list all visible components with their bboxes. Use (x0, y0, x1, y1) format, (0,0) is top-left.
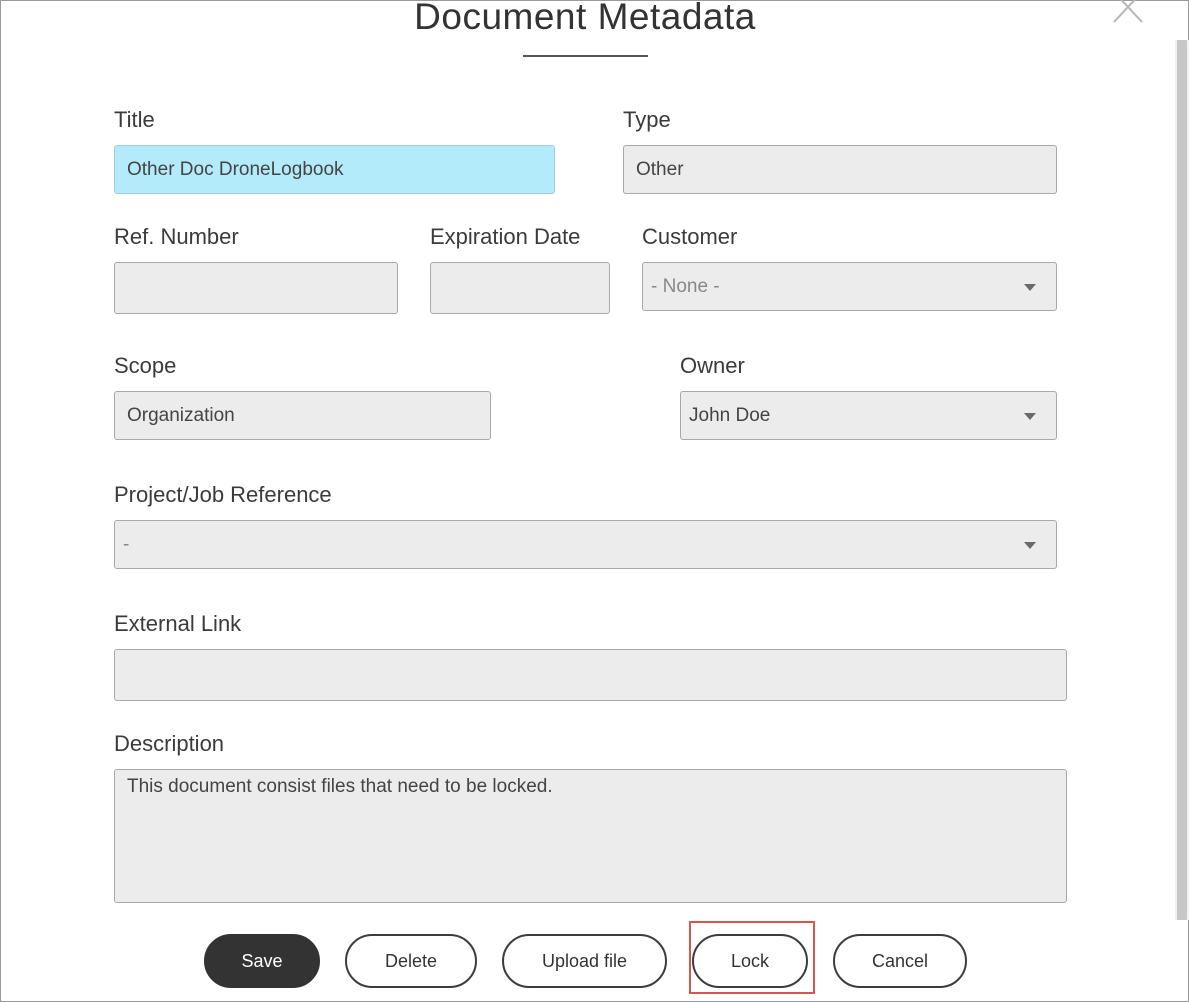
type-field: Other (623, 145, 1057, 194)
expiration-date-label: Expiration Date (430, 224, 581, 249)
owner-value: John Doe (689, 404, 771, 426)
title-label: Title (114, 107, 155, 132)
external-link-input[interactable] (114, 649, 1067, 701)
close-icon[interactable] (1110, 0, 1148, 26)
upload-file-button[interactable]: Upload file (502, 934, 667, 988)
description-value: This document consist files that need to… (127, 776, 553, 797)
lock-button-highlight (689, 921, 815, 994)
customer-label: Customer (642, 224, 738, 249)
scrollbar[interactable] (1175, 40, 1189, 920)
chevron-down-icon (1024, 412, 1036, 420)
external-link-label: External Link (114, 611, 242, 636)
scope-value: Organization (127, 404, 235, 426)
customer-value: - None - (651, 275, 720, 297)
chevron-down-icon (1024, 283, 1036, 291)
description-textarea[interactable]: This document consist files that need to… (114, 769, 1067, 903)
type-value: Other (636, 158, 684, 180)
description-label: Description (114, 731, 225, 756)
owner-select[interactable]: John Doe (680, 391, 1057, 440)
project-job-reference-label: Project/Job Reference (114, 482, 332, 507)
chevron-down-icon (1024, 541, 1036, 549)
expiration-date-input[interactable] (430, 262, 610, 314)
title-underline (523, 55, 648, 57)
type-label: Type (623, 107, 671, 132)
owner-label: Owner (680, 353, 745, 378)
scope-field[interactable]: Organization (114, 391, 491, 440)
cancel-button[interactable]: Cancel (833, 934, 967, 988)
scope-label: Scope (114, 353, 177, 378)
ref-number-label: Ref. Number (114, 224, 239, 249)
project-job-reference-select[interactable]: - (114, 520, 1057, 569)
title-input-value: Other Doc DroneLogbook (127, 158, 344, 180)
ref-number-input[interactable] (114, 262, 398, 314)
save-button[interactable]: Save (204, 934, 320, 988)
customer-select[interactable]: - None - (642, 262, 1057, 311)
project-job-reference-value: - (123, 533, 130, 555)
scrollbar-thumb[interactable] (1177, 40, 1187, 920)
dialog-title: Document Metadata (414, 0, 756, 37)
delete-button[interactable]: Delete (345, 934, 477, 988)
title-input[interactable]: Other Doc DroneLogbook (114, 145, 555, 194)
